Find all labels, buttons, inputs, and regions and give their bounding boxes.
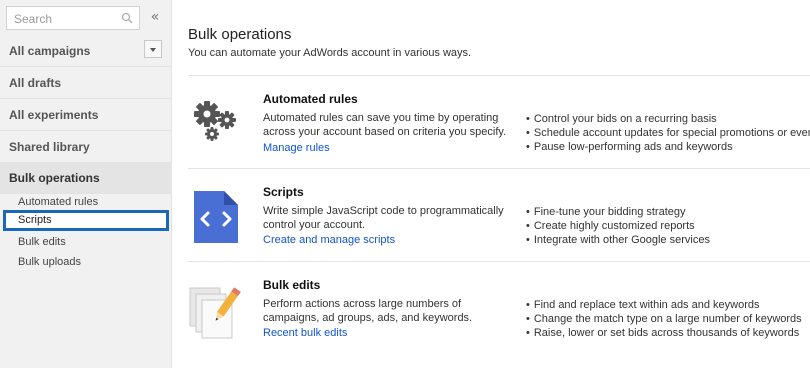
sidebar-item-label: Bulk operations xyxy=(9,171,100,185)
list-item: Fine-tune your bidding strategy xyxy=(526,205,710,219)
sidebar-subitem-label: Automated rules xyxy=(18,196,99,208)
section-title: Scripts xyxy=(263,185,304,199)
sidebar-item-shared-library[interactable]: Shared library xyxy=(0,131,172,163)
sidebar-subitem-bulk-edits[interactable]: Bulk edits xyxy=(0,233,172,253)
search-input[interactable]: Search xyxy=(6,6,140,30)
chevron-down-icon[interactable] xyxy=(144,40,162,58)
page-title: Bulk operations xyxy=(188,26,292,43)
list-item: Change the match type on a large number … xyxy=(526,312,802,326)
list-item: Raise, lower or set bids across thousand… xyxy=(526,326,802,340)
page-subtitle: You can automate your AdWords account in… xyxy=(188,47,472,59)
search-placeholder: Search xyxy=(14,12,53,26)
sidebar-item-label: All experiments xyxy=(9,108,99,122)
section-scripts: Scripts Write simple JavaScript code to … xyxy=(188,168,810,261)
section-title: Automated rules xyxy=(263,92,358,106)
sidebar-item-all-drafts[interactable]: All drafts xyxy=(0,67,172,99)
main-content: Bulk operations You can automate your Ad… xyxy=(188,0,810,368)
feature-list: Control your bids on a recurring basis S… xyxy=(526,112,810,154)
sidebar-item-label: Shared library xyxy=(9,140,90,154)
sidebar-subitem-bulk-uploads[interactable]: Bulk uploads xyxy=(0,253,172,273)
sidebar-item-all-experiments[interactable]: All experiments xyxy=(0,99,172,131)
gears-icon xyxy=(194,101,236,141)
collapse-sidebar-icon[interactable]: « xyxy=(146,9,164,27)
section-description: Automated rules can save you time by ope… xyxy=(263,112,507,138)
sidebar-item-bulk-operations[interactable]: Bulk operations xyxy=(0,162,172,194)
feature-list: Find and replace text within ads and key… xyxy=(526,298,802,340)
sidebar-item-all-campaigns[interactable]: All campaigns xyxy=(0,35,172,67)
sidebar-item-label: All drafts xyxy=(9,76,62,90)
manage-rules-link[interactable]: Manage rules xyxy=(263,142,330,154)
recent-bulk-edits-link[interactable]: Recent bulk edits xyxy=(263,327,347,339)
list-item: Create highly customized reports xyxy=(526,219,710,233)
sidebar-subitem-label: Bulk uploads xyxy=(18,256,81,268)
sidebar-subitem-label: Bulk edits xyxy=(18,236,66,248)
section-title: Bulk edits xyxy=(263,278,321,292)
code-file-icon xyxy=(194,191,238,243)
sidebar-subitem-label: Scripts xyxy=(18,214,52,226)
create-manage-scripts-link[interactable]: Create and manage scripts xyxy=(263,234,395,246)
sidebar: Search « All campaigns All drafts All ex… xyxy=(0,0,172,368)
feature-list: Fine-tune your bidding strategy Create h… xyxy=(526,205,710,247)
section-bulk-edits: Bulk edits Perform actions across large … xyxy=(188,261,810,354)
list-item: Schedule account updates for special pro… xyxy=(526,126,810,140)
sidebar-subitem-scripts[interactable]: Scripts xyxy=(3,210,169,231)
section-description: Write simple JavaScript code to programm… xyxy=(263,205,504,231)
pencil-pages-icon xyxy=(189,287,241,339)
search-icon[interactable] xyxy=(121,12,133,24)
sidebar-item-label: All campaigns xyxy=(9,44,91,58)
list-item: Pause low-performing ads and keywords xyxy=(526,140,810,154)
list-item: Integrate with other Google services xyxy=(526,233,710,247)
search-row: Search « xyxy=(6,6,166,30)
list-item: Find and replace text within ads and key… xyxy=(526,298,802,312)
section-description: Perform actions across large numbers of … xyxy=(263,298,473,324)
list-item: Control your bids on a recurring basis xyxy=(526,112,810,126)
section-automated-rules: Automated rules Automated rules can save… xyxy=(188,75,810,168)
